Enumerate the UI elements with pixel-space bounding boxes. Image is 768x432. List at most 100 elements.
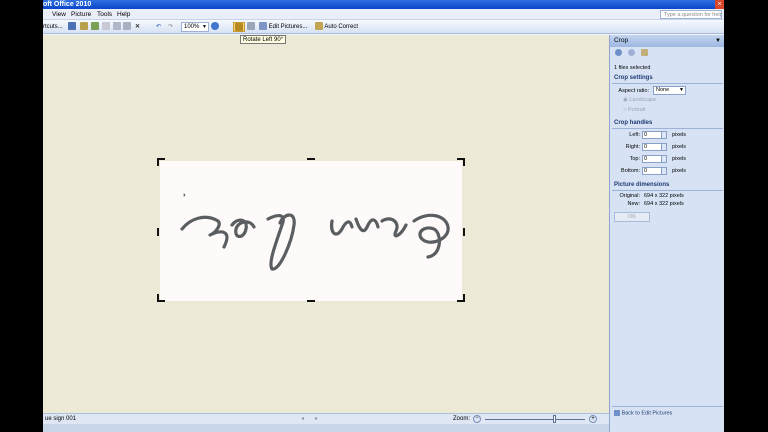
crop-handle-left[interactable] bbox=[157, 228, 159, 236]
zoom-slider-thumb[interactable] bbox=[553, 415, 556, 423]
close-window-button[interactable]: × bbox=[715, 0, 724, 9]
divider bbox=[612, 406, 723, 407]
status-bar: ue sign 001 ◂ ▸ Zoom: − + bbox=[43, 413, 609, 424]
print-icon[interactable] bbox=[80, 22, 88, 32]
delete-icon[interactable]: ✕ bbox=[135, 22, 140, 32]
paste-icon[interactable] bbox=[113, 22, 121, 32]
zoom-in-icon[interactable]: + bbox=[589, 415, 597, 423]
crop-handle-top-right-v bbox=[463, 158, 465, 166]
zoom-label: Zoom: bbox=[453, 416, 471, 422]
crop-handle-bottom[interactable] bbox=[307, 300, 315, 302]
edit-pictures-icon bbox=[259, 22, 267, 31]
bottom-label: Bottom: bbox=[621, 168, 640, 174]
menu-view[interactable]: View bbox=[52, 9, 66, 20]
status-filename: ue sign 001 bbox=[45, 416, 77, 422]
left-unit: pixels bbox=[672, 132, 687, 138]
bottom-spinner[interactable] bbox=[661, 167, 667, 175]
divider bbox=[612, 83, 723, 84]
back-nav-icon[interactable] bbox=[615, 49, 622, 56]
edit-pictures-button[interactable]: Edit Pictures... bbox=[259, 22, 307, 32]
crop-handles-heading: Crop handles bbox=[614, 120, 653, 126]
original-label: Original: bbox=[619, 193, 640, 199]
signature-picture bbox=[160, 161, 462, 301]
zoom-select[interactable]: 100% ▼ bbox=[181, 22, 209, 32]
pane-menu-chevron-icon[interactable]: ▼ bbox=[715, 35, 721, 47]
crop-handle-top[interactable] bbox=[307, 158, 315, 160]
auto-correct-button[interactable]: Auto Correct bbox=[315, 22, 358, 32]
menu-help[interactable]: Help bbox=[117, 9, 130, 20]
rotate-right-icon[interactable] bbox=[247, 22, 255, 32]
new-label: New: bbox=[627, 201, 640, 207]
save-icon[interactable] bbox=[68, 22, 76, 32]
left-pixels-input[interactable]: 0 bbox=[642, 131, 662, 139]
top-label: Top: bbox=[629, 156, 640, 162]
picture-canvas bbox=[43, 35, 609, 413]
right-spinner[interactable] bbox=[661, 143, 667, 151]
zoom-out-icon[interactable]: − bbox=[473, 415, 481, 423]
menu-bar: View Picture Tools Help Type a question … bbox=[43, 9, 724, 20]
aspect-ratio-value: None bbox=[656, 87, 670, 93]
left-label: Left: bbox=[629, 132, 640, 138]
window-title: oft Office 2010 bbox=[43, 1, 92, 8]
zoom-slider-track[interactable] bbox=[485, 415, 585, 423]
pane-header: Crop ▼ bbox=[610, 35, 724, 47]
forward-nav-icon[interactable] bbox=[628, 49, 635, 56]
divider bbox=[612, 128, 723, 129]
toolbar: rtcuts... ✕ ↶ ↷ 100% ▼ Edit Pictures... … bbox=[43, 20, 724, 34]
pane-nav bbox=[610, 47, 724, 57]
crop-handle-bottom-right-v bbox=[463, 294, 465, 302]
right-unit: pixels bbox=[672, 144, 687, 150]
tooltip: Rotate Left 90° bbox=[240, 35, 287, 44]
export-icon[interactable] bbox=[91, 22, 99, 32]
ok-button[interactable]: OK bbox=[614, 212, 650, 222]
cut-icon[interactable] bbox=[123, 22, 131, 32]
crop-settings-heading: Crop settings bbox=[614, 75, 653, 81]
mirrored-signature-image bbox=[180, 193, 450, 271]
edit-pictures-label: Edit Pictures... bbox=[268, 24, 308, 30]
chevron-down-icon: ▼ bbox=[679, 87, 684, 93]
crop-task-pane: Crop ▼ 1 files selected Crop settings As… bbox=[609, 35, 724, 432]
original-value: 694 x 322 pixels bbox=[644, 193, 684, 199]
crop-handle-bottom-left-v bbox=[157, 294, 159, 302]
chevron-down-icon: ▼ bbox=[202, 24, 207, 30]
aspect-ratio-label: Aspect ratio: bbox=[618, 88, 649, 94]
auto-correct-label: Auto Correct bbox=[324, 24, 359, 30]
picture-dimensions-heading: Picture dimensions bbox=[614, 182, 670, 188]
menu-tools[interactable]: Tools bbox=[97, 9, 112, 20]
landscape-label: Landscape bbox=[629, 97, 657, 103]
menu-picture[interactable]: Picture bbox=[71, 9, 91, 20]
edit-pictures-icon bbox=[614, 410, 620, 416]
crop-handle-right[interactable] bbox=[463, 228, 465, 236]
back-link-label: Back to Edit Pictures bbox=[621, 410, 673, 417]
help-search-input[interactable]: Type a question for help bbox=[660, 10, 722, 19]
landscape-option[interactable]: ◉ Landscape bbox=[623, 97, 656, 103]
copy-icon[interactable] bbox=[102, 22, 110, 32]
divider bbox=[612, 190, 723, 191]
files-selected-text: 1 files selected bbox=[614, 65, 651, 71]
rotate-left-icon[interactable] bbox=[233, 22, 245, 32]
title-bar: oft Office 2010 × bbox=[43, 0, 724, 9]
top-spinner[interactable] bbox=[661, 155, 667, 163]
portrait-option[interactable]: ○ Portrait bbox=[623, 107, 646, 113]
top-unit: pixels bbox=[672, 156, 687, 162]
picture-manager-window: oft Office 2010 × View Picture Tools Hel… bbox=[43, 0, 724, 432]
shortcuts-button[interactable]: rtcuts... bbox=[43, 22, 63, 32]
help-icon[interactable] bbox=[211, 22, 219, 32]
scroll-right-icon[interactable]: ▸ bbox=[315, 414, 318, 424]
scroll-left-icon[interactable]: ◂ bbox=[301, 414, 304, 424]
left-spinner[interactable] bbox=[661, 131, 667, 139]
auto-correct-icon bbox=[315, 22, 323, 31]
redo-icon[interactable]: ↷ bbox=[168, 22, 173, 32]
right-label: Right: bbox=[625, 144, 640, 150]
pane-title: Crop bbox=[614, 37, 629, 44]
right-pixels-input[interactable]: 0 bbox=[642, 143, 662, 151]
zoom-value: 100% bbox=[184, 24, 200, 30]
new-value: 694 x 322 pixels bbox=[644, 201, 684, 207]
bottom-unit: pixels bbox=[672, 168, 687, 174]
home-icon[interactable] bbox=[641, 49, 648, 56]
back-to-edit-pictures-link[interactable]: Back to Edit Pictures bbox=[614, 410, 672, 416]
bottom-pixels-input[interactable]: 0 bbox=[642, 167, 662, 175]
top-pixels-input[interactable]: 0 bbox=[642, 155, 662, 163]
aspect-ratio-select[interactable]: None ▼ bbox=[653, 86, 686, 95]
undo-icon[interactable]: ↶ bbox=[156, 22, 161, 32]
